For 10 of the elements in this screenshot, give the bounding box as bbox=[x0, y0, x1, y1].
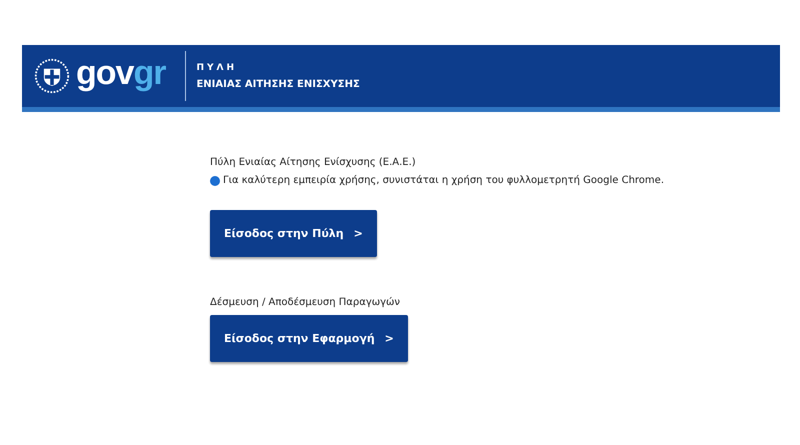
info-text: Για καλύτερη εμπειρία χρήσης, συνιστάται η χρήση του φυλλομετρητή Google Chrome. bbox=[223, 175, 664, 186]
section-heading: Δέσμευση / Αποδέσμευση Παραγωγών bbox=[210, 297, 402, 308]
info-icon bbox=[210, 176, 220, 186]
logo-link[interactable]: govgr bbox=[76, 51, 186, 101]
emblem-icon bbox=[34, 58, 70, 94]
header-title: ΕΝΙΑΙΑΣ ΑΙΤΗΣΗΣ ΕΝΙΣΧΥΣΗΣ bbox=[196, 78, 360, 90]
section-heading: Πύλη Ενιαίας Αίτησης Ενίσχυσης (Ε.Α.Ε.) bbox=[210, 157, 417, 168]
login-button[interactable]: Είσοδος στην Εφαρμογή > bbox=[210, 315, 408, 362]
login-button[interactable]: Είσοδος στην Πύλη > bbox=[210, 210, 377, 257]
header-subtitle: ΠΥΛΗ bbox=[196, 62, 238, 72]
